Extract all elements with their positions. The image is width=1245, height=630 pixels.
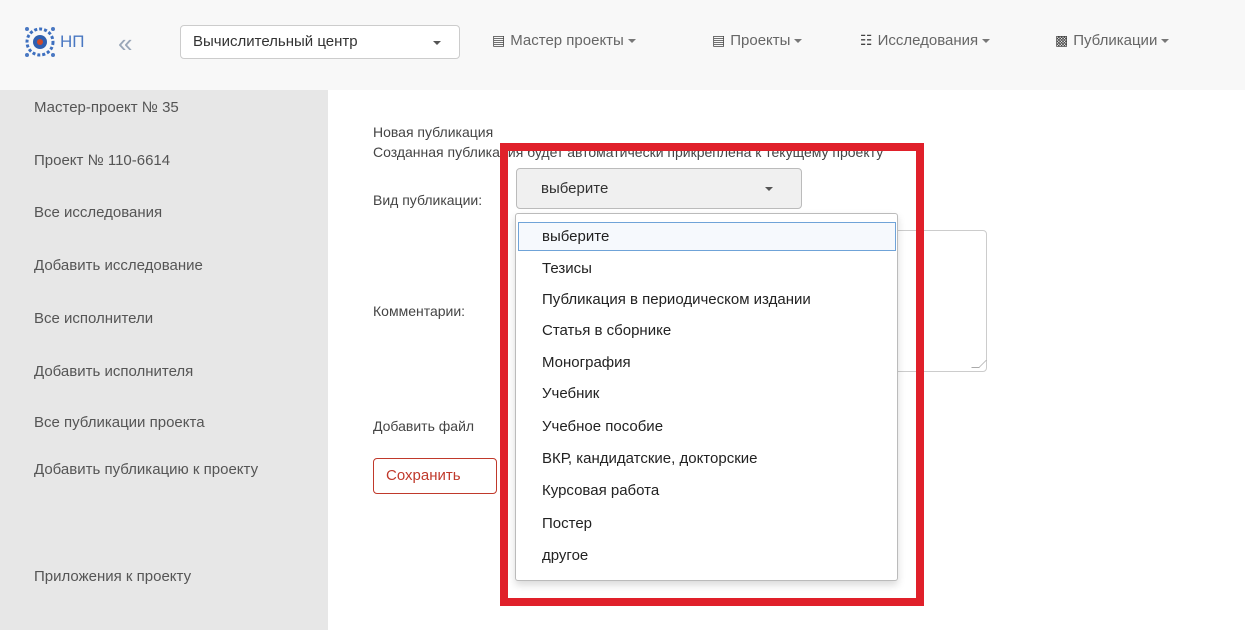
caret-down-icon <box>1161 38 1170 43</box>
publication-type-label: Вид публикации: <box>373 192 483 208</box>
nav-research-label: Исследования <box>877 32 979 49</box>
computing-center-select[interactable]: Вычислительный центр <box>180 25 460 59</box>
sidebar-item-project[interactable]: Проект № 110-6614 <box>34 152 170 169</box>
sidebar-item-all-executors[interactable]: Все исполнители <box>34 310 153 327</box>
sidebar-item-all-publications[interactable]: Все публикации проекта <box>34 414 205 431</box>
computing-center-value: Вычислительный центр <box>193 33 358 50</box>
top-navbar: НП « Вычислительный центр ▤ Мастер проек… <box>0 0 1245 90</box>
nav-master-projects[interactable]: ▤ Мастер проекты <box>492 32 636 49</box>
nav-master-projects-label: Мастер проекты <box>510 32 624 49</box>
sidebar-item-add-publication[interactable]: Добавить публикацию к проекту <box>34 461 258 478</box>
caret-down-icon <box>794 38 803 43</box>
highlight-frame <box>500 143 924 606</box>
list-icon: ▤ <box>712 32 726 48</box>
sidebar-item-all-research[interactable]: Все исследования <box>34 204 162 221</box>
sitemap-icon: ☷ <box>860 32 873 48</box>
sidebar-item-add-research[interactable]: Добавить исследование <box>34 257 203 274</box>
save-button-label: Сохранить <box>386 467 461 484</box>
add-file-label[interactable]: Добавить файл <box>373 418 474 434</box>
nav-research[interactable]: ☷ Исследования <box>860 32 991 49</box>
caret-down-icon <box>982 38 991 43</box>
sidebar: Мастер-проект № 35 Проект № 110-6614 Все… <box>0 90 328 630</box>
chevron-down-icon <box>433 41 441 45</box>
sidebar-item-attachments[interactable]: Приложения к проекту <box>34 568 191 585</box>
comment-label: Комментарии: <box>373 303 466 319</box>
nav-projects[interactable]: ▤ Проекты <box>712 32 803 49</box>
brand-logo[interactable]: НП <box>22 22 85 62</box>
nav-projects-label: Проекты <box>730 32 791 49</box>
caret-down-icon <box>627 38 636 43</box>
nav-publications[interactable]: ▩ Публикации <box>1055 32 1170 49</box>
nav-publications-label: Публикации <box>1073 32 1158 49</box>
book-icon: ▩ <box>1055 32 1069 48</box>
sidebar-item-add-executor[interactable]: Добавить исполнителя <box>34 363 193 380</box>
save-button[interactable]: Сохранить <box>373 458 497 494</box>
resize-handle-icon[interactable] <box>971 360 987 368</box>
list-icon: ▤ <box>492 32 506 48</box>
sidebar-item-master-project[interactable]: Мастер-проект № 35 <box>34 99 179 116</box>
brand-text: НП <box>60 32 85 51</box>
gear-network-icon <box>25 27 55 57</box>
collapse-sidebar-button[interactable]: « <box>118 30 132 56</box>
form-title: Новая публикация <box>373 124 494 140</box>
